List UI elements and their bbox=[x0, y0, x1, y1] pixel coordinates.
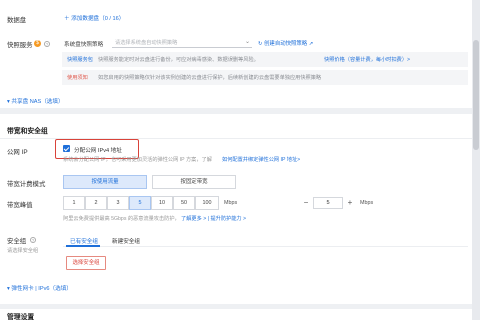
scrollbar-thumb[interactable] bbox=[473, 40, 479, 150]
billing-mode-label: 带宽计费模式 bbox=[7, 181, 46, 188]
stepper-plus-button[interactable]: + bbox=[344, 197, 356, 209]
refresh-icon: ↻ bbox=[258, 41, 263, 47]
peak-option-1[interactable]: 1 bbox=[63, 196, 85, 210]
chevron-down-icon: ⌄ bbox=[244, 39, 250, 45]
scrollbar-track[interactable] bbox=[472, 0, 480, 320]
ddos-note: 阿里云免费提供最高 5Gbps 的恶意流量攻击防护， bbox=[63, 216, 180, 222]
shared-nas-toggle[interactable]: ▾ 共享盘 NAS（选填） bbox=[7, 97, 64, 105]
stepper-unit-label: Mbps bbox=[360, 200, 374, 206]
nic-ipv6-toggle[interactable]: ▾ 弹性网卡 | IPv6（选填） bbox=[7, 284, 72, 292]
public-ip-hint: 系统会分配公网 IP，也可采用更加灵活的弹性公网 IP 方案，了解 bbox=[63, 157, 212, 163]
select-security-group-button[interactable]: 选择安全组 bbox=[66, 256, 106, 270]
data-disk-label: 数据盘 bbox=[7, 17, 27, 24]
bandwidth-card: 带宽和安全组 公网 IP 分配公网 IPv4 地址 系统会分配公网 IP，也可采… bbox=[0, 114, 472, 304]
snapshot-note-tag: 快照服务包 bbox=[67, 57, 93, 63]
snapshot-policy-select[interactable]: 请选择系统盘自动快照策略 ⌄ bbox=[112, 37, 252, 48]
create-snapshot-policy-link[interactable]: ↻ 创建自动快照策略 ↗ bbox=[258, 39, 313, 47]
ddos-learn-more-link[interactable]: 了解更多 > | 提升防护能力 > bbox=[181, 215, 246, 222]
peak-option-10[interactable]: 10 bbox=[151, 196, 173, 210]
peak-option-5[interactable]: 5 bbox=[129, 196, 151, 210]
snapshot-select-placeholder: 请选择系统盘自动快照策略 bbox=[115, 40, 178, 46]
usage-note-text: 如您启用的快照策略仅针对该实例创建的云盘进行保护，后续新创建的云盘需要单独应用快… bbox=[98, 75, 322, 81]
management-section-title: 管理设置 bbox=[7, 314, 35, 320]
peak-option-3[interactable]: 3 bbox=[107, 196, 129, 210]
assign-ipv4-label[interactable]: 分配公网 IPv4 地址 bbox=[74, 146, 122, 154]
snapshot-label: 快照服务 bbox=[7, 42, 33, 49]
help-icon[interactable]: ? bbox=[44, 40, 50, 47]
assign-ipv4-checkbox[interactable] bbox=[63, 145, 70, 152]
peak-unit-label: Mbps bbox=[224, 200, 238, 206]
caret-down-icon: ▾ bbox=[7, 286, 10, 292]
peak-option-2[interactable]: 2 bbox=[85, 196, 107, 210]
system-disk-snapshot-label: 系统盘快照策略 bbox=[64, 42, 104, 48]
snapshot-usage-note: 使用须知 如您启用的快照策略仅针对该实例创建的云盘进行保护，后续新创建的云盘需要… bbox=[62, 70, 468, 85]
caret-down-icon: ▾ bbox=[7, 99, 10, 105]
peak-option-100[interactable]: 100 bbox=[195, 196, 219, 210]
snapshot-price-link[interactable]: 快照价格（容量计费，每小时扣费）> bbox=[324, 56, 410, 63]
bandwidth-stepper: − 5 + bbox=[300, 197, 356, 209]
active-tab-indicator bbox=[66, 245, 100, 247]
storage-card: 数据盘 ＋ 添加数据盘（0 / 16） 快照服务 $ ? 系统盘快照策略 请选择… bbox=[0, 0, 472, 108]
add-data-disk-button[interactable]: ＋ 添加数据盘（0 / 16） bbox=[64, 14, 124, 22]
external-link-icon: ↗ bbox=[308, 41, 314, 47]
stepper-minus-button[interactable]: − bbox=[300, 197, 312, 209]
management-card: 管理设置 bbox=[0, 309, 472, 320]
help-icon[interactable]: ? bbox=[30, 236, 36, 243]
stepper-value-input[interactable]: 5 bbox=[313, 197, 343, 209]
snapshot-badge-icon: $ bbox=[34, 40, 41, 47]
bandwidth-peak-label: 带宽峰值 bbox=[7, 202, 33, 209]
billing-fixed-bandwidth-option[interactable]: 按固定带宽 bbox=[152, 175, 236, 189]
tab-divider bbox=[63, 246, 468, 247]
security-group-label: 安全组 bbox=[7, 238, 27, 245]
tab-new-security-group[interactable]: 新建安全组 bbox=[112, 237, 140, 245]
tab-existing-security-group[interactable]: 已有安全组 bbox=[70, 237, 98, 245]
billing-by-traffic-option[interactable]: 按使用流量 bbox=[63, 175, 147, 189]
snapshot-note-text: 快照服务能定时对云盘进行备份，可应对病毒感染、数据误删等风险。 bbox=[98, 57, 259, 63]
public-ip-label: 公网 IP bbox=[7, 149, 28, 156]
peak-option-50[interactable]: 50 bbox=[173, 196, 195, 210]
bandwidth-section-title: 带宽和安全组 bbox=[7, 128, 48, 135]
eip-help-link[interactable]: 如何配置并绑定弹性公网 IP 地址> bbox=[222, 156, 300, 163]
security-group-sublabel: 请选择安全组 bbox=[7, 248, 39, 254]
usage-note-tag: 使用须知 bbox=[67, 75, 88, 81]
snapshot-info-note: 快照服务包 快照服务能定时对云盘进行备份，可应对病毒感染、数据误删等风险。 快照… bbox=[62, 52, 468, 67]
